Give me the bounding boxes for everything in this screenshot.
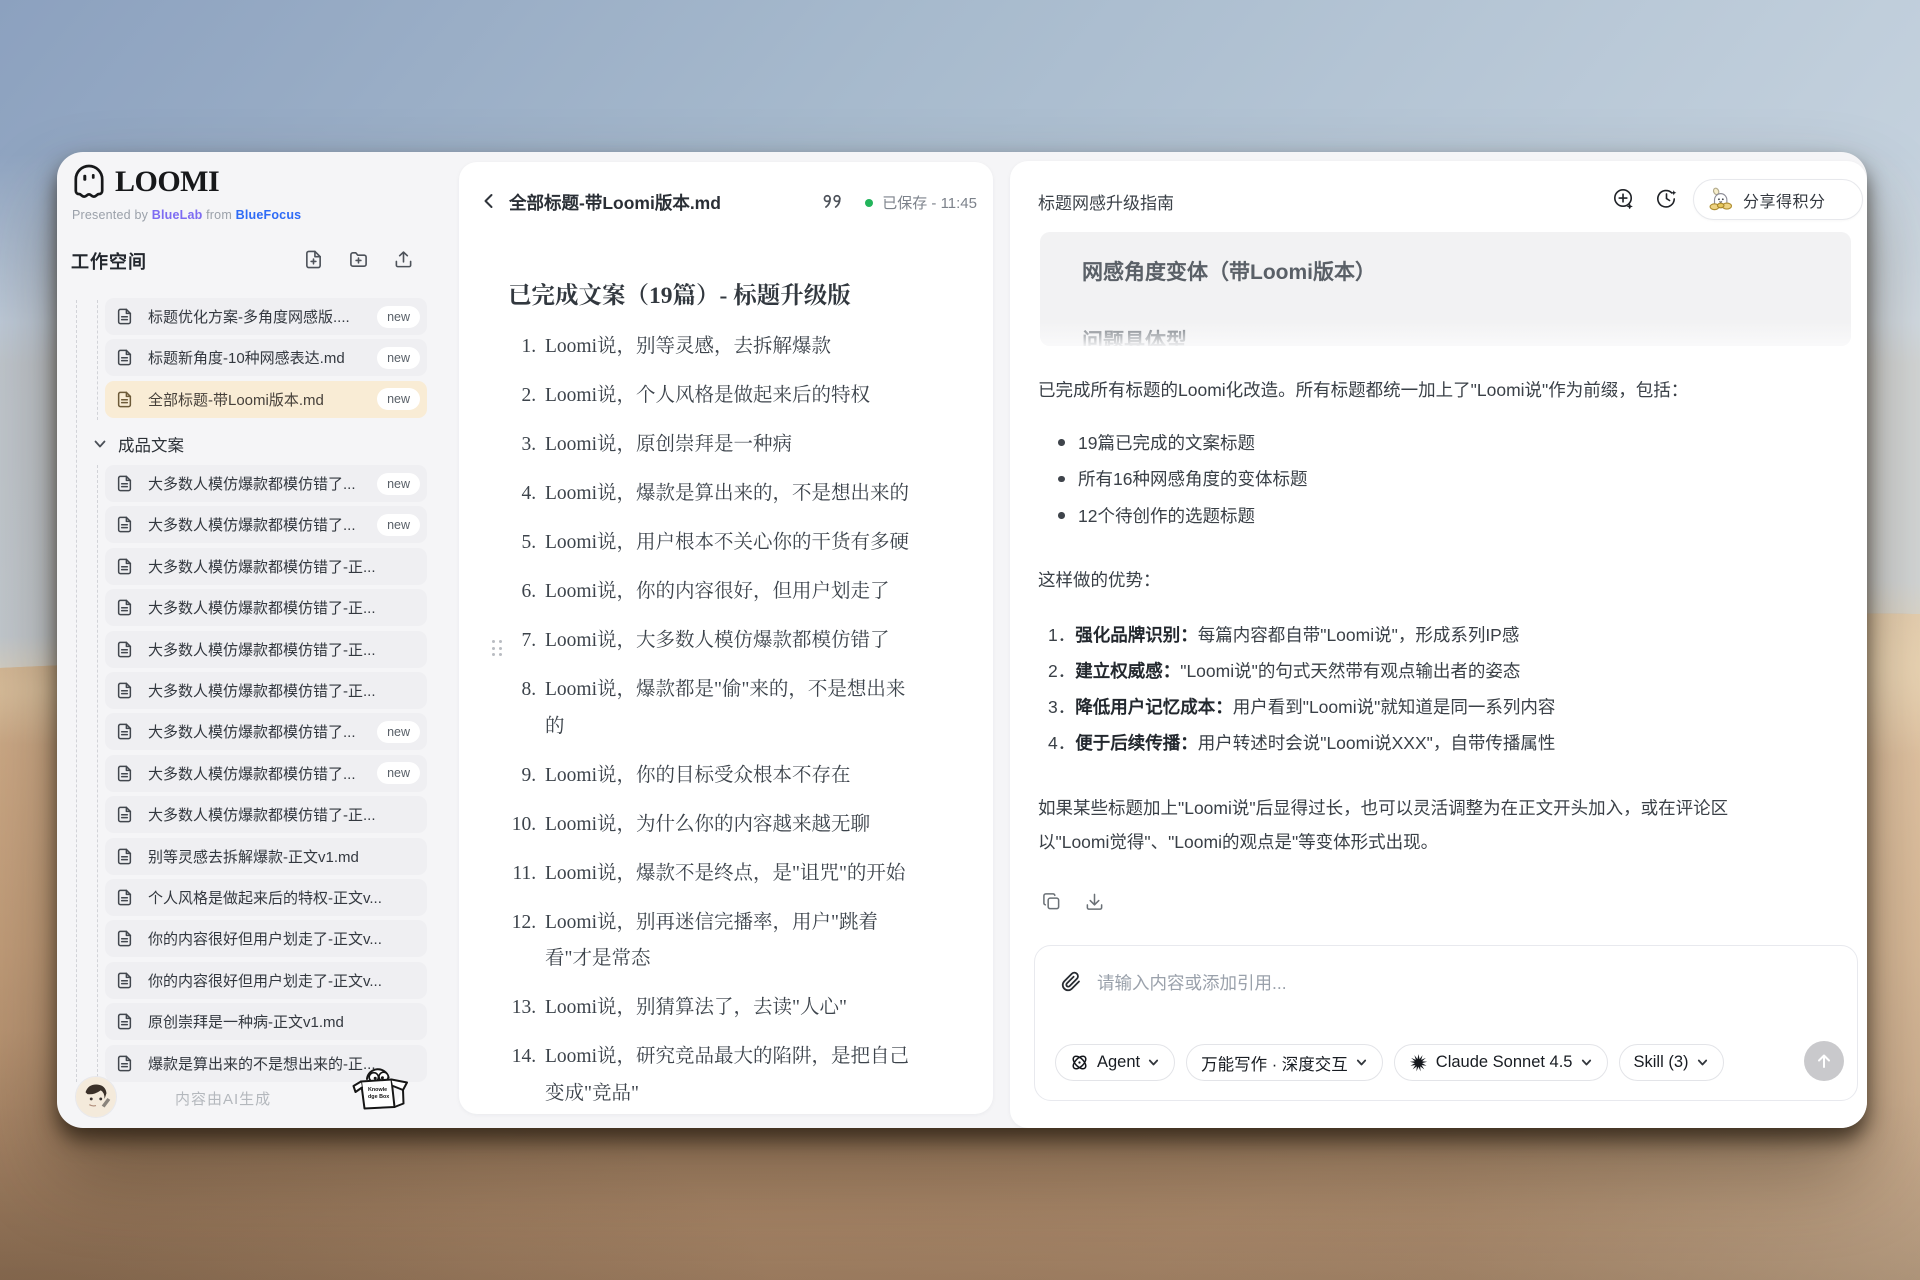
svg-text:Knowle: Knowle <box>368 1087 387 1093</box>
svg-text:dge Box: dge Box <box>368 1094 389 1100</box>
